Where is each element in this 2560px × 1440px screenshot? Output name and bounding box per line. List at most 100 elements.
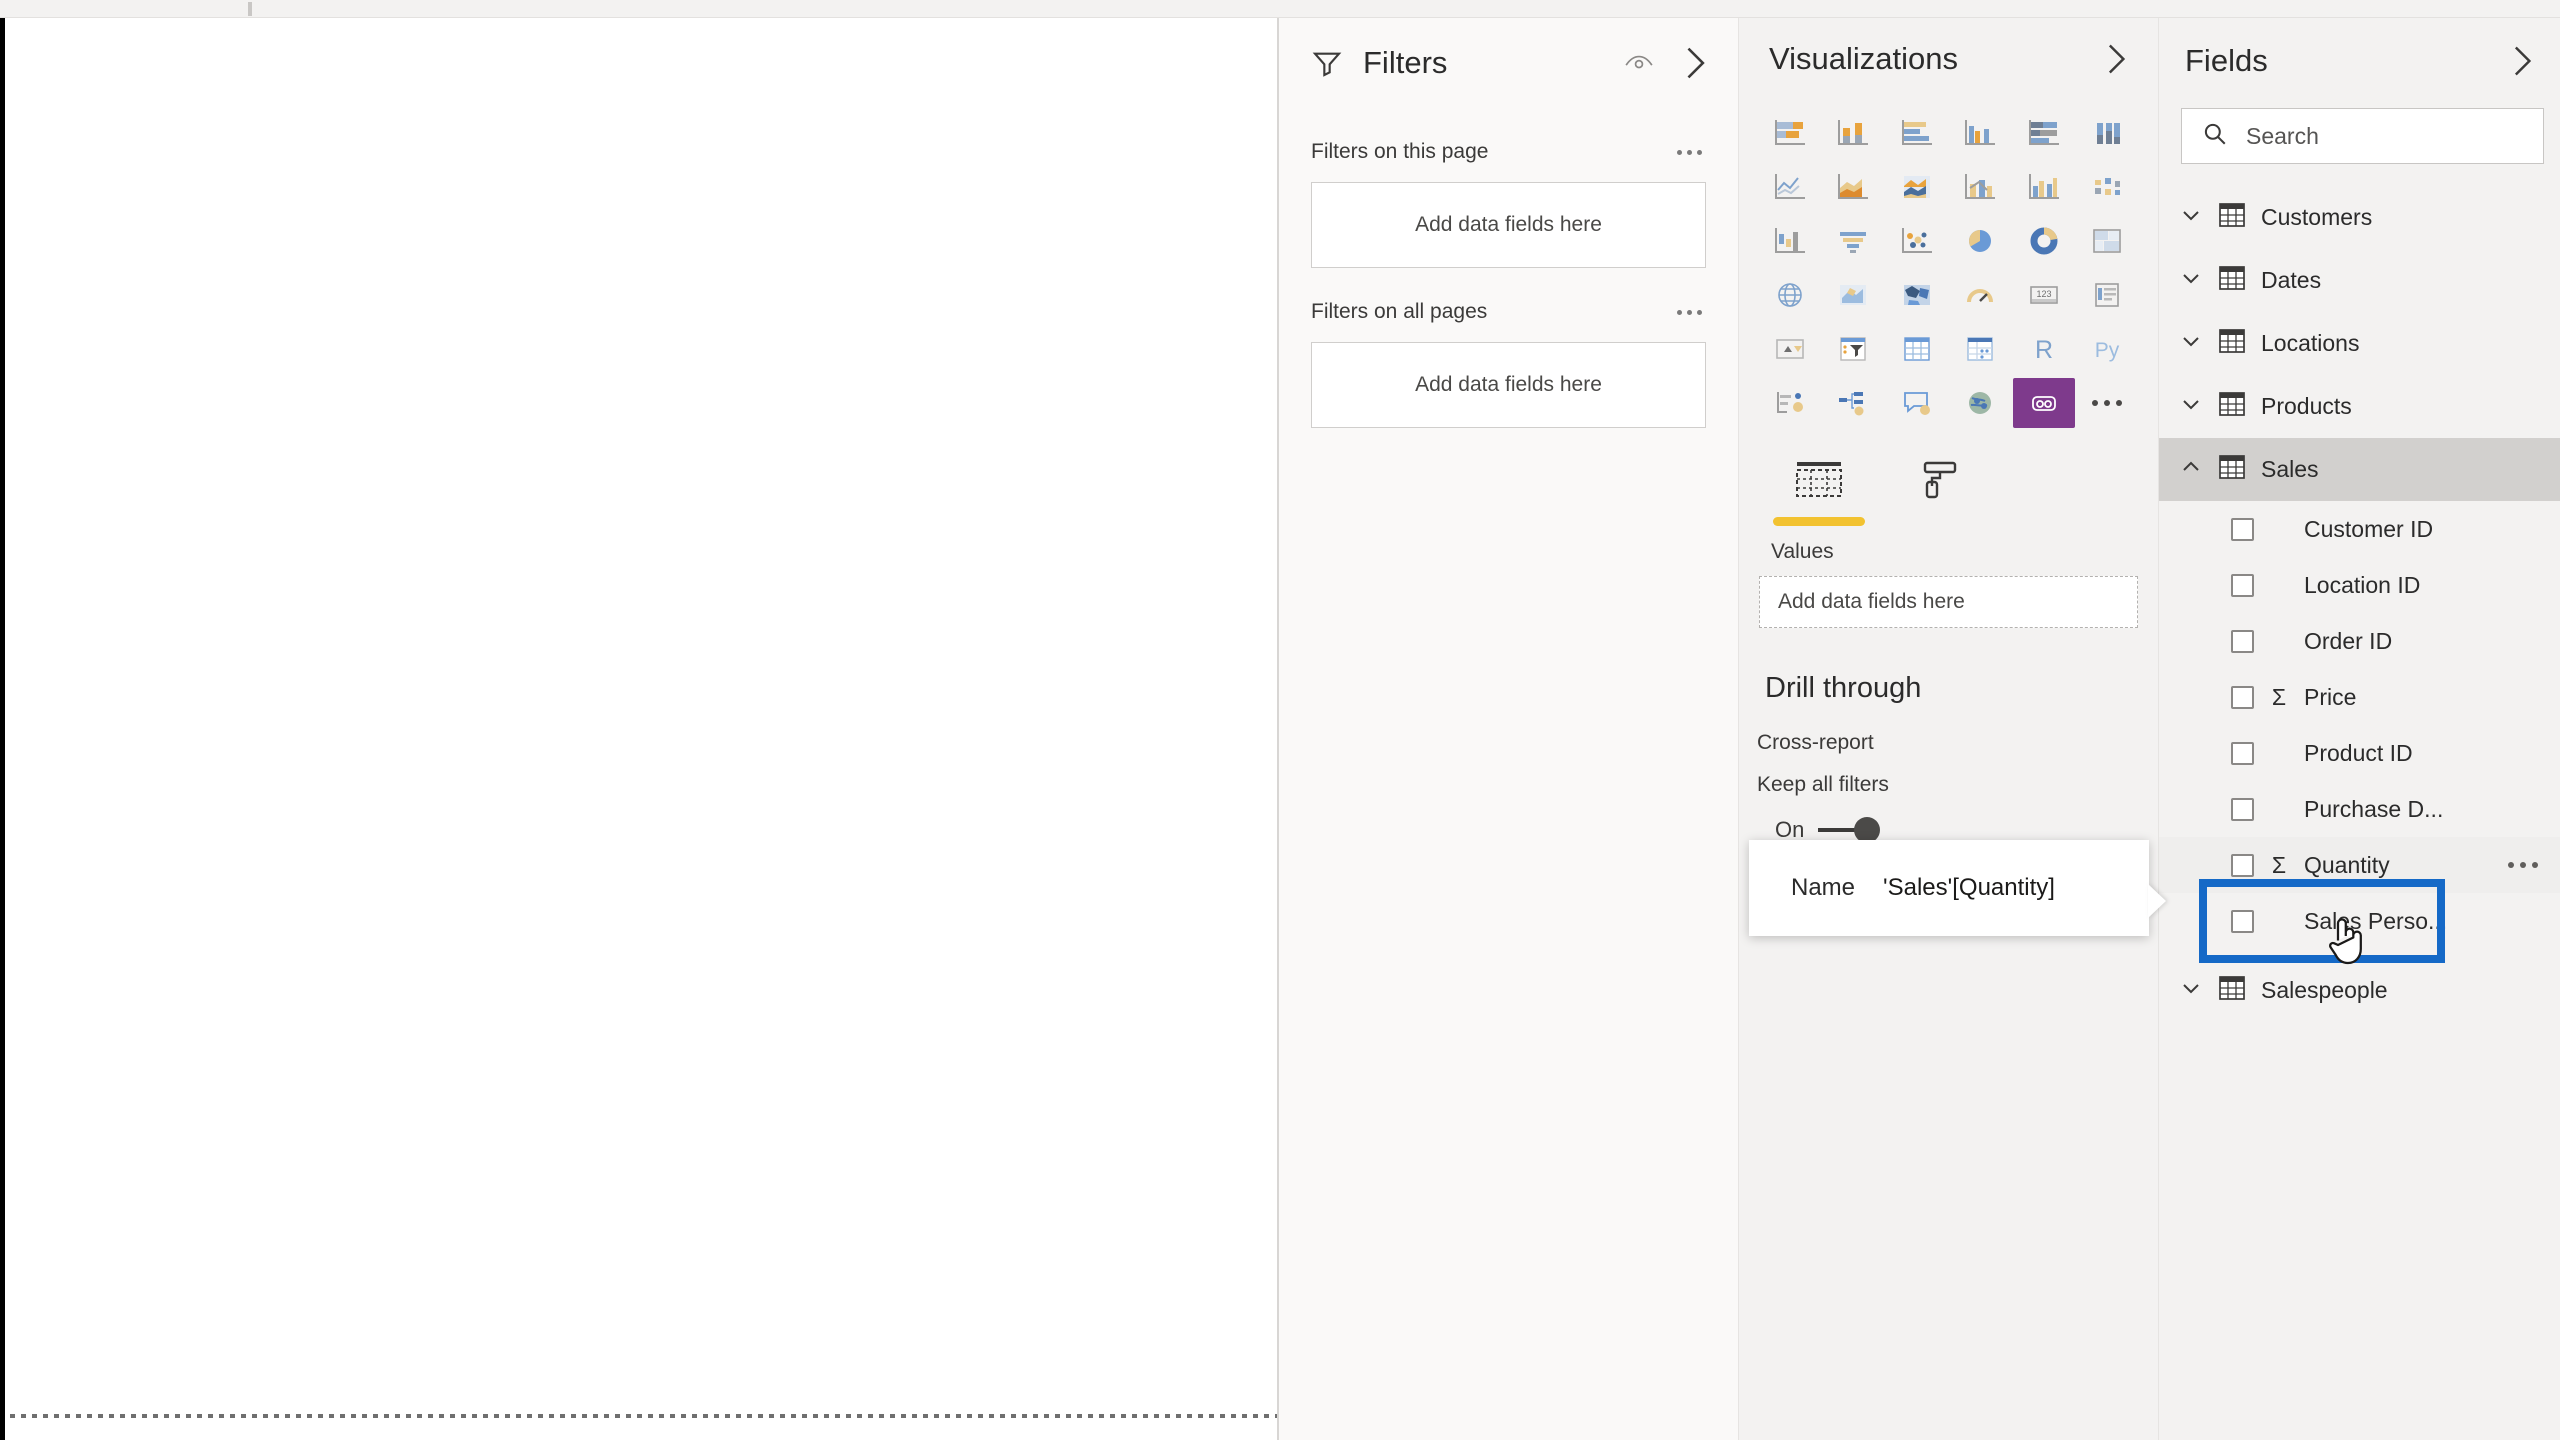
table-row[interactable]: Customers <box>2159 186 2560 249</box>
fields-grid-icon <box>1791 458 1847 507</box>
area-chart-icon[interactable] <box>1823 162 1885 212</box>
table-name: Dates <box>2261 267 2322 293</box>
filters-on-all-pages-dropzone[interactable]: Add data fields here <box>1311 342 1706 428</box>
smart-narrative-icon[interactable] <box>1950 378 2012 428</box>
table-icon <box>2219 392 2245 421</box>
svg-text:123: 123 <box>2036 289 2051 299</box>
format-tab[interactable] <box>1895 458 1987 526</box>
clustered-bar-chart-icon[interactable] <box>1886 108 1948 158</box>
visualizations-title: Visualizations <box>1769 41 1958 76</box>
chevron-down-icon[interactable] <box>2179 976 2203 1005</box>
field-row[interactable]: Σ Product ID <box>2159 725 2560 781</box>
field-checkbox[interactable] <box>2231 853 2254 877</box>
values-label: Values <box>1771 540 1834 563</box>
table-name: Locations <box>2261 330 2360 356</box>
visualization-type-grid[interactable]: 123 R Py <box>1739 100 2158 432</box>
field-more-options-button[interactable] <box>2508 862 2538 868</box>
field-row[interactable]: Σ Purchase D... <box>2159 781 2560 837</box>
gauge-icon[interactable] <box>1950 270 2012 320</box>
table-icon[interactable] <box>1886 324 1948 374</box>
report-page[interactable] <box>5 18 1277 1440</box>
filters-on-all-pages-section: Filters on all pages Add data fields her… <box>1279 300 1738 428</box>
fields-header: Fields <box>2159 18 2560 104</box>
line-clustered-column-chart-icon[interactable] <box>2013 162 2075 212</box>
field-row[interactable]: Σ Order ID <box>2159 613 2560 669</box>
svg-text:Py: Py <box>2095 339 2120 362</box>
donut-chart-icon[interactable] <box>2013 216 2075 266</box>
key-influencers-icon[interactable] <box>1759 378 1821 428</box>
field-row[interactable]: Σ Customer ID <box>2159 501 2560 557</box>
table-name: Products <box>2261 393 2352 419</box>
chevron-right-icon[interactable] <box>2104 43 2128 75</box>
keep-all-filters-toggle[interactable]: On <box>1739 797 2158 843</box>
chevron-down-icon[interactable] <box>2179 266 2203 295</box>
field-name: Order ID <box>2304 627 2393 654</box>
qna-icon[interactable] <box>1886 378 1948 428</box>
filled-map-icon[interactable] <box>1823 270 1885 320</box>
field-name: Purchase D... <box>2304 795 2444 822</box>
chevron-down-icon[interactable] <box>2179 392 2203 421</box>
chevron-down-icon[interactable] <box>2179 203 2203 232</box>
chevron-down-icon[interactable] <box>2179 329 2203 358</box>
card-icon[interactable]: 123 <box>2013 270 2075 320</box>
python-visual-icon[interactable]: Py <box>2077 324 2139 374</box>
eye-icon[interactable] <box>1624 52 1654 74</box>
matrix-icon[interactable] <box>1950 324 2012 374</box>
table-row[interactable]: Products <box>2159 375 2560 438</box>
r-script-visual-icon[interactable]: R <box>2013 324 2075 374</box>
line-stacked-column-chart-icon[interactable] <box>1950 162 2012 212</box>
toggle-track[interactable] <box>1818 817 1881 843</box>
paginated-report-icon[interactable] <box>2013 378 2075 428</box>
fields-tab[interactable] <box>1773 458 1865 526</box>
field-checkbox[interactable] <box>2231 797 2254 821</box>
toolbar-tick <box>248 2 252 16</box>
shape-map-icon[interactable] <box>1886 270 1948 320</box>
stacked-area-chart-icon[interactable] <box>1886 162 1948 212</box>
decomposition-tree-icon[interactable] <box>1823 378 1885 428</box>
report-canvas-region[interactable] <box>0 18 1282 1440</box>
clustered-column-chart-icon[interactable] <box>1950 108 2012 158</box>
table-row[interactable]: Dates <box>2159 249 2560 312</box>
filters-on-all-pages-more-button[interactable] <box>1673 302 1706 323</box>
fields-title: Fields <box>2185 43 2268 78</box>
chevron-right-icon[interactable] <box>1682 46 1708 80</box>
field-row[interactable]: Σ Price <box>2159 669 2560 725</box>
field-checkbox[interactable] <box>2231 629 2254 653</box>
waterfall-chart-icon[interactable] <box>1759 216 1821 266</box>
stacked-column-chart-icon[interactable] <box>1823 108 1885 158</box>
100-stacked-bar-chart-icon[interactable] <box>2013 108 2075 158</box>
table-row-sales[interactable]: Sales <box>2159 438 2560 501</box>
table-row[interactable]: Locations <box>2159 312 2560 375</box>
field-name: Customer ID <box>2304 515 2434 542</box>
search-input[interactable]: Search <box>2181 108 2544 164</box>
svg-text:R: R <box>2035 336 2053 364</box>
slicer-icon[interactable] <box>1823 324 1885 374</box>
chevron-up-icon[interactable] <box>2179 455 2203 484</box>
chevron-right-icon[interactable] <box>2510 45 2534 77</box>
ribbon-chart-icon[interactable] <box>2077 162 2139 212</box>
filters-on-this-page-dropzone[interactable]: Add data fields here <box>1311 182 1706 268</box>
values-dropzone[interactable]: Add data fields here <box>1759 576 2138 628</box>
multi-row-card-icon[interactable] <box>2077 270 2139 320</box>
pie-chart-icon[interactable] <box>1950 216 2012 266</box>
field-checkbox[interactable] <box>2231 573 2254 597</box>
field-name: Quantity <box>2304 851 2390 878</box>
treemap-icon[interactable] <box>2077 216 2139 266</box>
field-checkbox[interactable] <box>2231 909 2254 933</box>
more-options-icon[interactable] <box>2077 378 2139 428</box>
field-row-quantity[interactable]: Σ Quantity <box>2159 837 2560 893</box>
100-stacked-column-chart-icon[interactable] <box>2077 108 2139 158</box>
kpi-icon[interactable] <box>1759 324 1821 374</box>
field-checkbox[interactable] <box>2231 517 2254 541</box>
filters-on-all-pages-label: Filters on all pages <box>1311 300 1488 323</box>
line-chart-icon[interactable] <box>1759 162 1821 212</box>
field-checkbox[interactable] <box>2231 685 2254 709</box>
paint-roller-icon <box>1918 458 1964 507</box>
field-checkbox[interactable] <box>2231 741 2254 765</box>
stacked-bar-chart-icon[interactable] <box>1759 108 1821 158</box>
filters-on-this-page-more-button[interactable] <box>1673 142 1706 163</box>
scatter-chart-icon[interactable] <box>1886 216 1948 266</box>
funnel-chart-icon[interactable] <box>1823 216 1885 266</box>
field-row[interactable]: Σ Location ID <box>2159 557 2560 613</box>
map-icon[interactable] <box>1759 270 1821 320</box>
